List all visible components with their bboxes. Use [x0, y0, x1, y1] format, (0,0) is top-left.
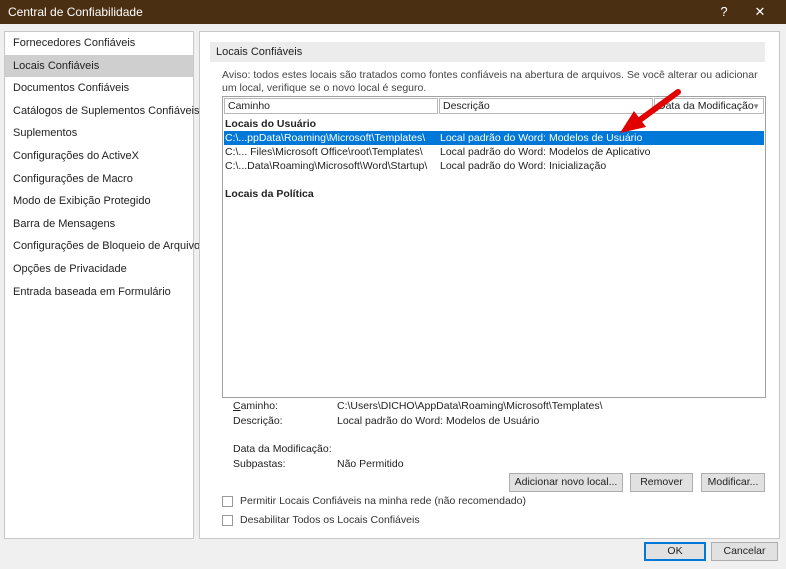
row-path: C:\... Files\Microsoft Office\root\Templ… [225, 146, 423, 158]
sidebar-item-label: Barra de Mensagens [13, 217, 116, 230]
sidebar-item-locais-confiaveis[interactable]: Locais Confiáveis [5, 54, 193, 78]
group-header-policy: Locais da Política [225, 188, 314, 200]
detail-path-label-text: aminho: [240, 400, 278, 412]
sidebar-item-suplementos[interactable]: Suplementos [5, 122, 193, 145]
sidebar-item-barra-mensagens[interactable]: Barra de Mensagens [5, 213, 193, 236]
sidebar-item-label: Locais Confiáveis [13, 59, 100, 72]
list-header: Caminho Descrição Data da Modificação ▼ [223, 97, 765, 115]
sidebar-item-label: Catálogos de Suplementos Confiáveis [13, 104, 200, 117]
sidebar-item-label: Configurações de Bloqueio de Arquivo [13, 240, 201, 253]
cancel-button[interactable]: Cancelar [711, 542, 778, 561]
add-location-button[interactable]: Adicionar novo local... [509, 473, 623, 492]
detail-path-value: C:\Users\DICHO\AppData\Roaming\Microsoft… [337, 400, 603, 412]
sidebar-item-modo-protegido[interactable]: Modo de Exibição Protegido [5, 190, 193, 213]
column-header-path[interactable]: Caminho [224, 98, 438, 114]
main-panel: Locais Confiáveis Aviso: todos estes loc… [199, 31, 780, 539]
detail-subfolders-label: Subpastas: [233, 458, 286, 470]
title-bar: Central de Confiabilidade ? ✕ [0, 0, 786, 24]
detail-description-label: Descrição: [233, 415, 283, 427]
row-description: Local padrão do Word: Modelos de Aplicat… [440, 146, 651, 158]
row-description: Local padrão do Word: Modelos de Usuário [440, 132, 643, 144]
checkbox-box[interactable] [222, 515, 233, 526]
row-path: C:\...ppData\Roaming\Microsoft\Templates… [225, 132, 426, 144]
column-header-description[interactable]: Descrição [439, 98, 653, 114]
section-title: Locais Confiáveis [210, 42, 765, 62]
sidebar-item-label: Documentos Confiáveis [13, 82, 130, 95]
sidebar: Fornecedores Confiáveis Locais Confiávei… [4, 31, 200, 539]
help-button[interactable]: ? [704, 0, 744, 24]
sidebar-item-documentos[interactable]: Documentos Confiáveis [5, 77, 193, 100]
table-row[interactable]: C:\...Data\Roaming\Microsoft\Word\Startu… [224, 159, 764, 173]
sidebar-item-entrada-formulario[interactable]: Entrada baseada em Formulário [5, 281, 193, 304]
sidebar-item-label: Opções de Privacidade [13, 262, 127, 275]
sidebar-item-label: Modo de Exibição Protegido [13, 195, 151, 208]
detail-date-label: Data da Modificação: [233, 443, 332, 455]
allow-network-label: Permitir Locais Confiáveis na minha rede… [240, 495, 526, 507]
disable-all-label: Desabilitar Todos os Locais Confiáveis [240, 514, 420, 526]
sort-arrow-icon: ▼ [752, 102, 760, 111]
sidebar-item-fornecedores[interactable]: Fornecedores Confiáveis [5, 32, 193, 55]
sidebar-item-bloqueio-arquivo[interactable]: Configurações de Bloqueio de Arquivo [5, 235, 200, 258]
sidebar-item-macro[interactable]: Configurações de Macro [5, 168, 193, 191]
row-path: C:\...Data\Roaming\Microsoft\Word\Startu… [225, 160, 428, 172]
table-row[interactable]: C:\...ppData\Roaming\Microsoft\Templates… [224, 131, 764, 145]
sidebar-item-label: Fornecedores Confiáveis [13, 37, 136, 49]
row-description: Local padrão do Word: Inicialização [440, 160, 607, 172]
sidebar-item-activex[interactable]: Configurações do ActiveX [5, 145, 193, 168]
detail-subfolders-value: Não Permitido [337, 458, 404, 470]
detail-path-label: Caminho: [233, 400, 278, 412]
table-row[interactable]: C:\... Files\Microsoft Office\root\Templ… [224, 145, 764, 159]
checkbox-box[interactable] [222, 496, 233, 507]
close-button[interactable]: ✕ [740, 0, 780, 24]
trusted-locations-list[interactable]: Caminho Descrição Data da Modificação ▼ … [222, 96, 766, 398]
column-header-date[interactable]: Data da Modificação ▼ [654, 98, 764, 114]
ok-button[interactable]: OK [644, 542, 706, 561]
group-header-user: Locais do Usuário [225, 118, 317, 130]
remove-button[interactable]: Remover [630, 473, 693, 492]
sidebar-item-label: Entrada baseada em Formulário [13, 285, 171, 298]
modify-button[interactable]: Modificar... [701, 473, 765, 492]
window-title: Central de Confiabilidade [8, 5, 143, 19]
column-header-date-label: Data da Modificação [658, 100, 754, 112]
sidebar-item-label: Configurações do ActiveX [13, 149, 139, 162]
sidebar-item-label: Suplementos [13, 127, 78, 140]
sidebar-item-catalogos[interactable]: Catálogos de Suplementos Confiáveis [5, 100, 200, 123]
detail-description-value: Local padrão do Word: Modelos de Usuário [337, 415, 540, 427]
sidebar-item-privacidade[interactable]: Opções de Privacidade [5, 258, 193, 281]
sidebar-item-label: Configurações de Macro [13, 172, 133, 185]
trust-notice: Aviso: todos estes locais são tratados c… [222, 69, 758, 94]
